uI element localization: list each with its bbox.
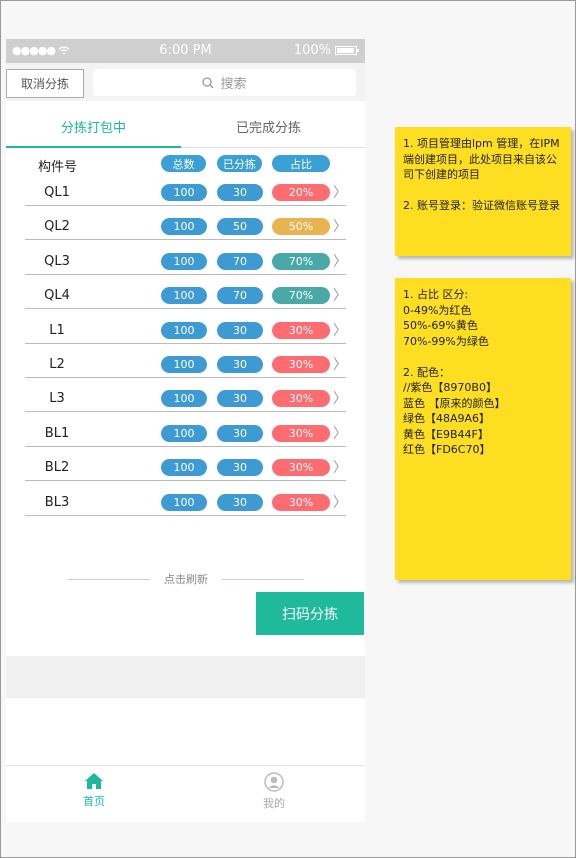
battery-icon bbox=[335, 46, 359, 55]
note1-text: 1. 项目管理由lpm 管理，在IPM端创建项目，此处项目来自该公司下创建的项目… bbox=[403, 137, 560, 212]
chevron-right-icon: 〉 bbox=[333, 357, 347, 373]
total-header: 总数 bbox=[161, 155, 206, 172]
user-icon bbox=[264, 772, 284, 792]
total-count: 100 bbox=[161, 218, 207, 236]
ratio-badge: 30% bbox=[272, 459, 330, 477]
cancel-sorting-button[interactable]: 取消分拣 bbox=[6, 69, 84, 98]
chevron-right-icon: 〉 bbox=[333, 185, 347, 201]
sorted-count: 30 bbox=[217, 424, 263, 442]
sticky-note-colors: 1. 占比 区分: 0-49%为红色 50%-69%黄色 70%-99%为绿色 … bbox=[395, 278, 571, 580]
table-row[interactable]: QL3 100 70 70% 〉 bbox=[25, 246, 347, 275]
component-id: BL1 bbox=[44, 425, 70, 441]
sorted-count: 30 bbox=[217, 390, 263, 408]
sorted-count: 70 bbox=[217, 287, 263, 305]
search-icon bbox=[202, 76, 214, 88]
table-row[interactable]: BL3 100 30 30% 〉 bbox=[25, 487, 347, 516]
chevron-right-icon: 〉 bbox=[333, 219, 347, 236]
sorted-count: 30 bbox=[217, 356, 263, 373]
battery-percent: 100% bbox=[293, 43, 331, 58]
total-count: 100 bbox=[161, 390, 207, 408]
component-id: QL4 bbox=[44, 288, 70, 304]
table-row[interactable]: L2 100 30 30% 〉 bbox=[25, 350, 347, 378]
refresh-link[interactable]: 点击刷新 bbox=[66, 571, 306, 587]
table-row[interactable]: BL2 100 30 30% 〉 bbox=[25, 453, 347, 482]
table-row[interactable]: L3 100 30 30% 〉 bbox=[25, 384, 347, 413]
ratio-badge: 70% bbox=[272, 252, 330, 270]
table-row[interactable]: QL2 100 50 50% 〉 bbox=[25, 212, 347, 241]
tabbar-home[interactable]: 首页 bbox=[64, 772, 124, 809]
sorted-count: 70 bbox=[217, 252, 263, 270]
ratio-badge: 30% bbox=[272, 356, 330, 373]
sorted-count: 30 bbox=[217, 321, 263, 339]
chevron-right-icon: 〉 bbox=[333, 425, 347, 442]
component-id: L2 bbox=[49, 357, 65, 372]
total-count: 100 bbox=[161, 493, 207, 511]
component-id: QL1 bbox=[44, 185, 70, 200]
scan-sort-button[interactable]: 扫码分拣 bbox=[256, 592, 364, 635]
total-count: 100 bbox=[161, 356, 207, 373]
search-input[interactable]: 搜索 bbox=[93, 69, 356, 96]
ratio-badge: 20% bbox=[272, 184, 330, 201]
component-id: BL3 bbox=[44, 494, 70, 510]
component-id: QL3 bbox=[44, 253, 70, 269]
ratio-header: 占比 bbox=[272, 155, 330, 172]
sorted-count: 30 bbox=[217, 184, 263, 201]
home-icon bbox=[85, 773, 103, 789]
status-bar: ●●●●● 6:00 PM 100% bbox=[6, 39, 365, 63]
sorted-count: 30 bbox=[217, 493, 263, 511]
ratio-badge: 70% bbox=[272, 287, 330, 305]
chevron-right-icon: 〉 bbox=[333, 288, 347, 305]
table-row[interactable]: BL1 100 30 30% 〉 bbox=[25, 418, 347, 447]
tab-bar: 分拣打包中 已完成分拣 bbox=[6, 105, 365, 148]
tab-sorting-completed[interactable]: 已完成分拣 bbox=[181, 105, 356, 147]
note2-text: 1. 占比 区分: 0-49%为红色 50%-69%黄色 70%-99%为绿色 … bbox=[403, 288, 506, 456]
tabbar-me[interactable]: 我的 bbox=[244, 772, 304, 811]
tab-sorting-in-progress[interactable]: 分拣打包中 bbox=[6, 105, 181, 148]
sorted-header: 已分拣 bbox=[217, 155, 262, 172]
ratio-badge: 30% bbox=[272, 424, 330, 442]
total-count: 100 bbox=[161, 287, 207, 305]
chevron-right-icon: 〉 bbox=[333, 322, 347, 339]
chevron-right-icon: 〉 bbox=[333, 460, 347, 477]
ratio-badge: 30% bbox=[272, 390, 330, 408]
chevron-right-icon: 〉 bbox=[333, 253, 347, 270]
total-count: 100 bbox=[161, 321, 207, 339]
sorted-count: 30 bbox=[217, 459, 263, 477]
sorted-count: 50 bbox=[217, 218, 263, 236]
battery-indicator: 100% bbox=[293, 43, 359, 58]
component-id: L1 bbox=[49, 322, 65, 338]
table-row[interactable]: L1 100 30 30% 〉 bbox=[25, 315, 347, 344]
phone-screen: ●●●●● 6:00 PM 100% 取消分拣 搜索 分拣打包中 已完成分拣 构… bbox=[6, 39, 365, 822]
tabbar-me-label: 我的 bbox=[263, 797, 285, 810]
table-row[interactable]: QL1 100 30 20% 〉 bbox=[25, 178, 347, 206]
total-count: 100 bbox=[161, 184, 207, 201]
component-id: BL2 bbox=[44, 460, 70, 476]
ratio-badge: 50% bbox=[272, 218, 330, 236]
ratio-badge: 30% bbox=[272, 493, 330, 511]
bottom-tab-bar: 首页 我的 bbox=[6, 765, 365, 822]
component-id-header: 构件号 bbox=[38, 160, 78, 175]
ratio-badge: 30% bbox=[272, 321, 330, 339]
component-id: L3 bbox=[49, 391, 65, 407]
chevron-right-icon: 〉 bbox=[333, 391, 347, 408]
search-bar: 取消分拣 搜索 bbox=[6, 63, 365, 101]
empty-band bbox=[6, 656, 365, 698]
total-count: 100 bbox=[161, 424, 207, 442]
total-count: 100 bbox=[161, 459, 207, 477]
chevron-right-icon: 〉 bbox=[333, 494, 347, 511]
table-header: 构件号 总数 已分拣 占比 bbox=[6, 148, 365, 178]
table-row[interactable]: QL4 100 70 70% 〉 bbox=[25, 281, 347, 310]
search-placeholder: 搜索 bbox=[220, 77, 247, 92]
tabbar-home-label: 首页 bbox=[83, 795, 105, 808]
component-id: QL2 bbox=[44, 219, 70, 235]
total-count: 100 bbox=[161, 252, 207, 270]
sticky-note-project: 1. 项目管理由lpm 管理，在IPM端创建项目，此处项目来自该公司下创建的项目… bbox=[395, 127, 571, 256]
